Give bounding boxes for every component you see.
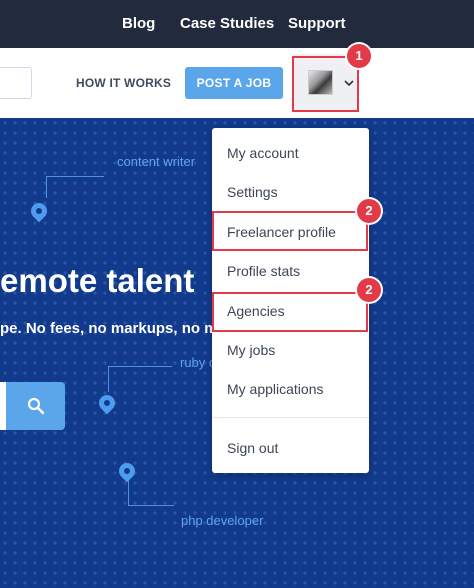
search-icon bbox=[27, 397, 45, 415]
menu-item-profile-stats[interactable]: Profile stats bbox=[227, 263, 300, 279]
nav-link-case-studies[interactable]: Case Studies bbox=[180, 15, 274, 32]
post-job-button[interactable]: POST A JOB bbox=[185, 67, 283, 99]
hero-headline: emote talent bbox=[0, 262, 195, 299]
search-input[interactable] bbox=[0, 67, 32, 99]
highlight-box-freelancer-profile bbox=[212, 211, 368, 251]
menu-divider bbox=[212, 417, 369, 418]
hero-subline: pe. No fees, no markups, no m bbox=[0, 320, 218, 337]
highlight-box-avatar bbox=[292, 56, 359, 112]
tag-content-writer: content writer bbox=[117, 154, 196, 169]
highlight-box-agencies bbox=[212, 292, 368, 332]
nav-link-blog[interactable]: Blog bbox=[122, 15, 155, 32]
connector-line bbox=[128, 478, 174, 506]
step-badge-2: 2 bbox=[357, 278, 381, 302]
tag-php-developer: php developer bbox=[181, 513, 264, 528]
tag-ruby: ruby c bbox=[180, 355, 216, 370]
hero-search-button[interactable] bbox=[6, 382, 65, 430]
menu-item-settings[interactable]: Settings bbox=[227, 184, 278, 200]
how-it-works-link[interactable]: HOW IT WORKS bbox=[76, 76, 171, 90]
menu-item-sign-out[interactable]: Sign out bbox=[227, 440, 278, 456]
step-badge-1: 1 bbox=[347, 44, 371, 68]
header-bar: HOW IT WORKS POST A JOB bbox=[0, 48, 474, 118]
step-badge-2: 2 bbox=[357, 199, 381, 223]
top-nav-bar: Blog Case Studies Support bbox=[0, 0, 474, 48]
menu-item-my-applications[interactable]: My applications bbox=[227, 381, 324, 397]
connector-line bbox=[46, 176, 104, 198]
menu-item-my-jobs[interactable]: My jobs bbox=[227, 342, 275, 358]
connector-line bbox=[108, 366, 172, 392]
nav-link-support[interactable]: Support bbox=[288, 15, 346, 32]
menu-item-my-account[interactable]: My account bbox=[227, 145, 299, 161]
